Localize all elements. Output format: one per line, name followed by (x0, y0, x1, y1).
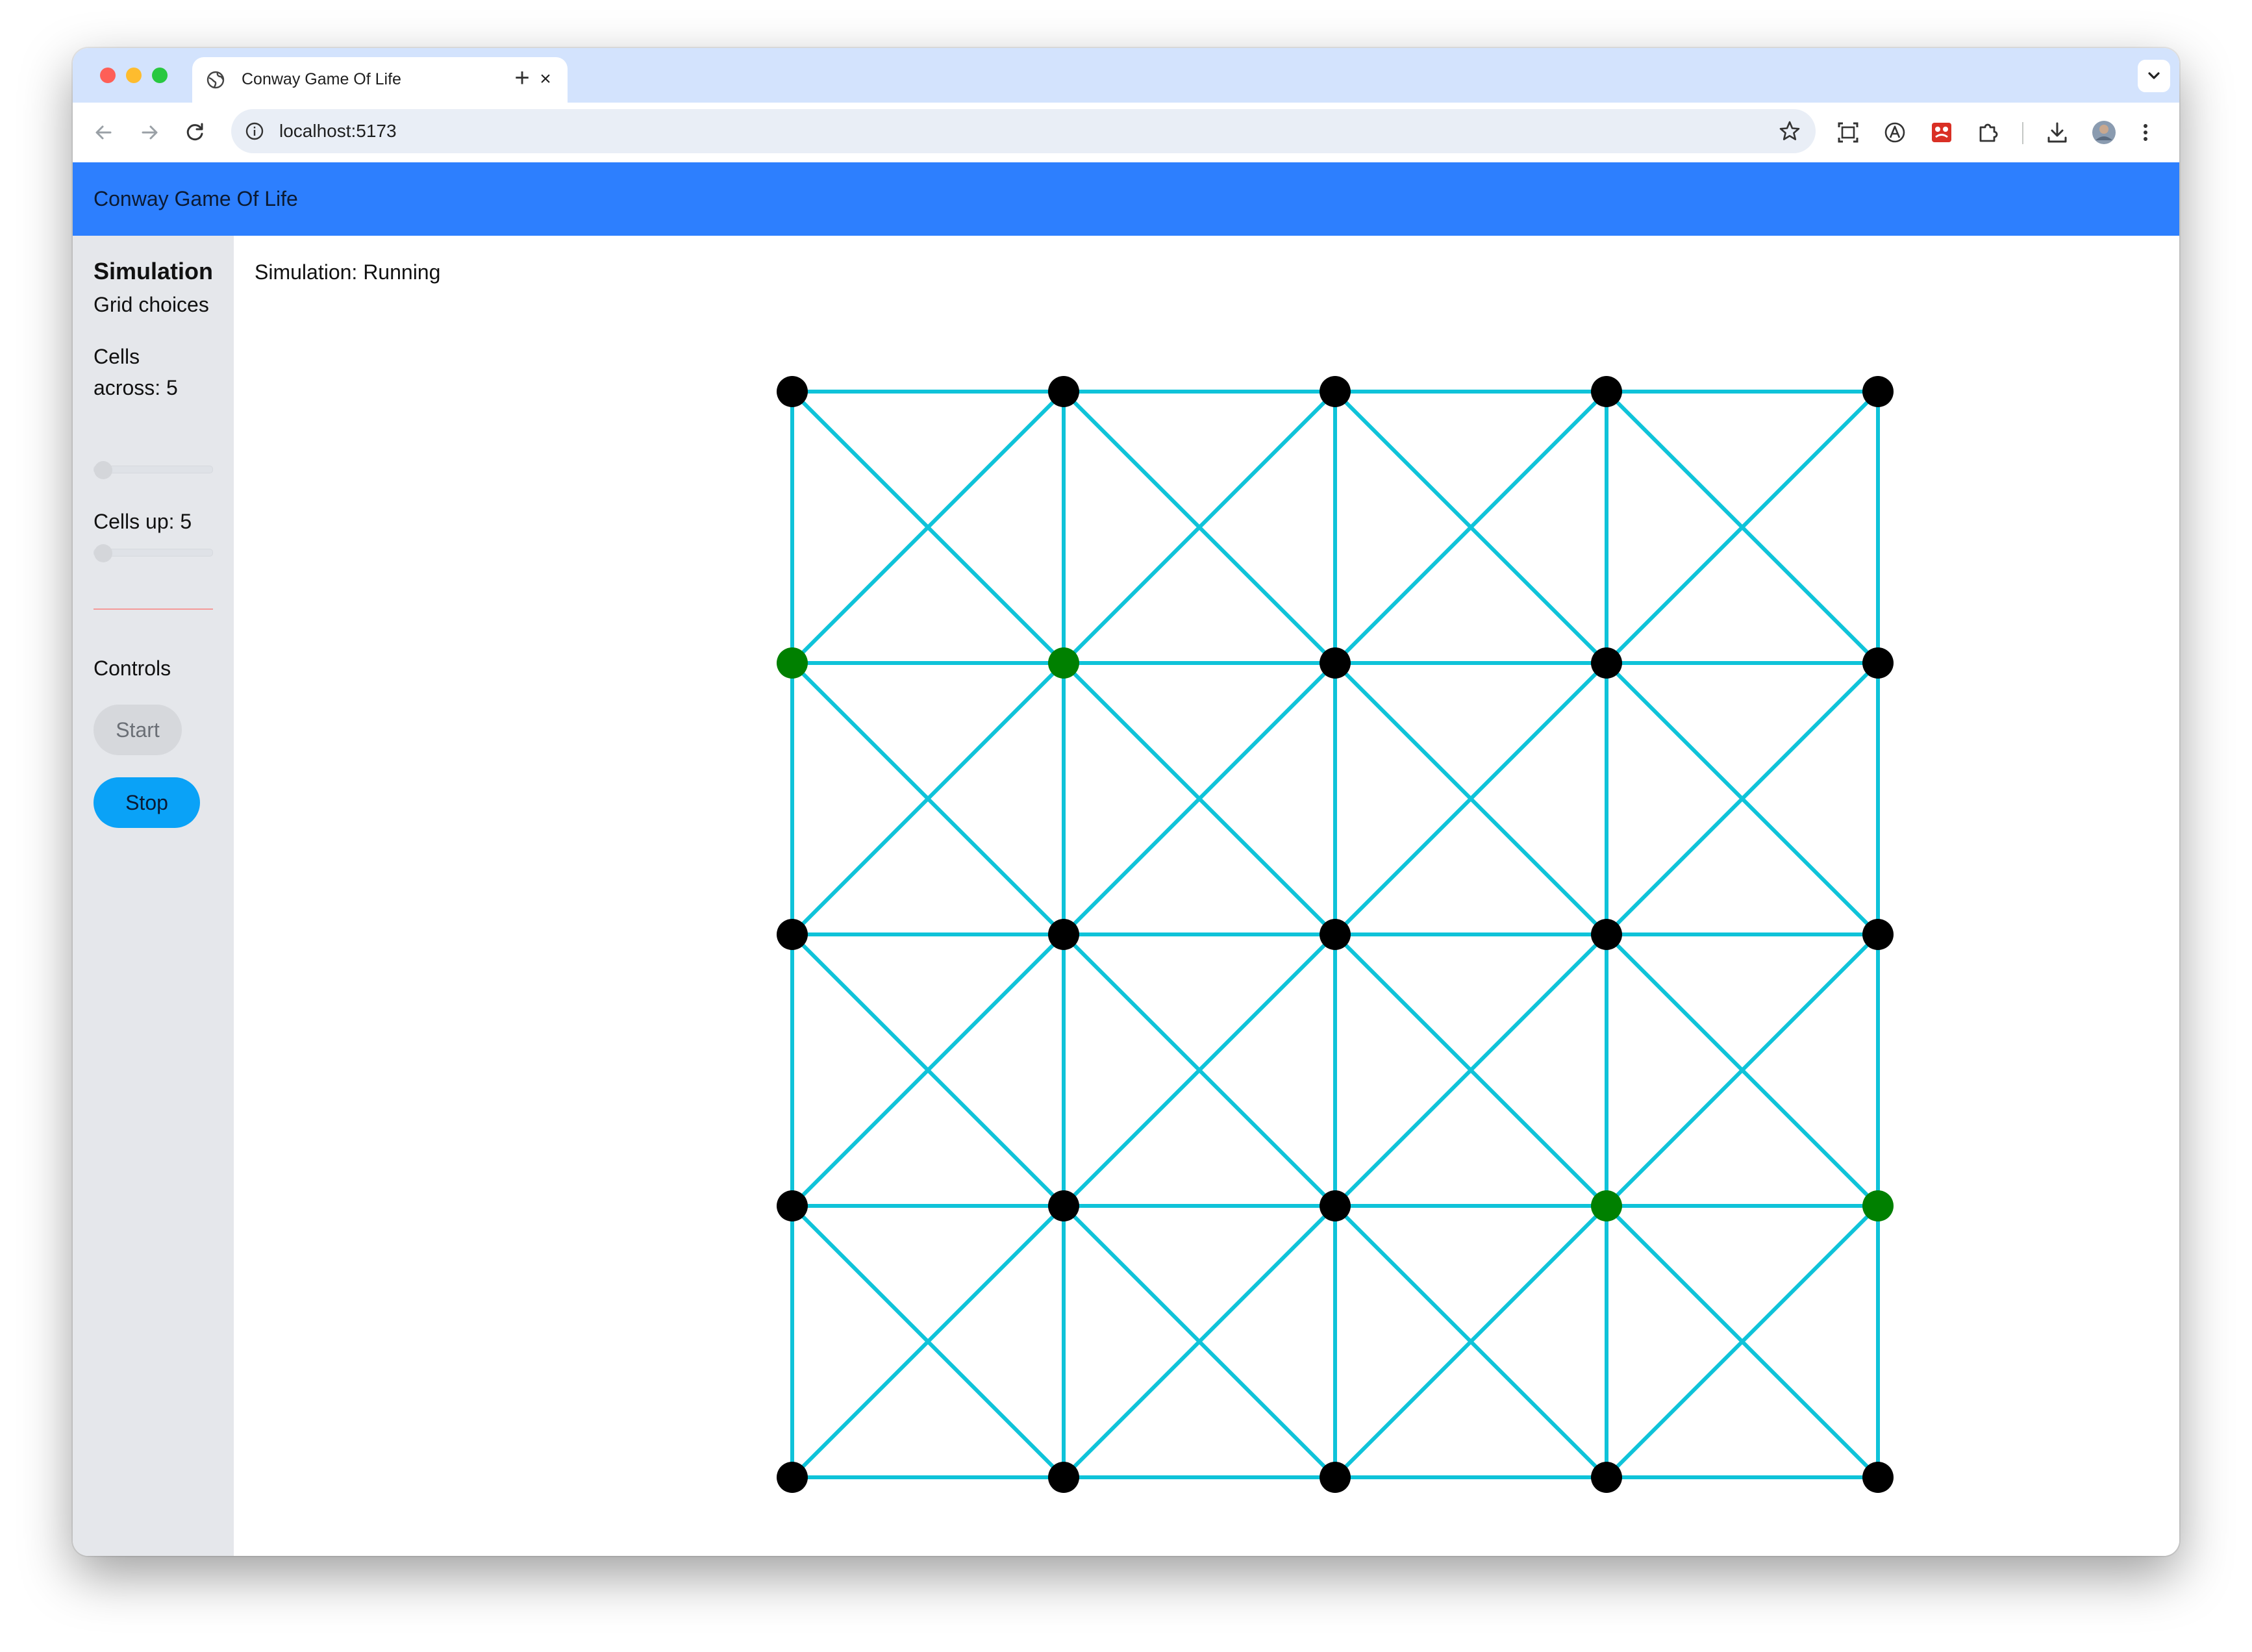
tab-strip: Conway Game Of Life × + (73, 48, 2179, 103)
app-title: Conway Game Of Life (94, 187, 298, 210)
cell-alive[interactable] (1048, 647, 1079, 679)
grid-choices-label: Grid choices (94, 293, 209, 316)
toolbar-separator (2022, 122, 2023, 144)
cell-dead[interactable] (1862, 919, 1894, 950)
bookmark-star-icon[interactable] (1778, 119, 1801, 143)
cells-up-slider[interactable] (94, 544, 213, 562)
url-text[interactable]: localhost:5173 (279, 121, 397, 142)
cell-dead[interactable] (1591, 647, 1622, 679)
cell-dead[interactable] (777, 376, 808, 407)
download-icon[interactable] (2043, 118, 2071, 147)
start-button[interactable]: Start (94, 705, 182, 755)
cell-alive[interactable] (1591, 1190, 1622, 1221)
controls-label: Controls (94, 657, 171, 680)
cell-dead[interactable] (1048, 1190, 1079, 1221)
app-header: Conway Game Of Life (73, 162, 2179, 236)
cell-dead[interactable] (1048, 1462, 1079, 1493)
cell-dead[interactable] (1320, 376, 1351, 407)
cells-up-slider-thumb[interactable] (94, 544, 112, 562)
kebab-menu-icon[interactable] (2131, 118, 2160, 147)
cell-dead[interactable] (777, 919, 808, 950)
cells-across-slider-thumb[interactable] (94, 461, 112, 479)
cell-dead[interactable] (1591, 1462, 1622, 1493)
cell-dead[interactable] (1320, 647, 1351, 679)
cell-alive[interactable] (1862, 1190, 1894, 1221)
main-content: Simulation: Running (234, 236, 2179, 1556)
tab-title: Conway Game Of Life (242, 70, 401, 88)
cell-dead[interactable] (1048, 919, 1079, 950)
cell-dead[interactable] (777, 1462, 808, 1493)
chevron-down-icon (2148, 72, 2160, 79)
extensions-puzzle-icon[interactable] (1974, 118, 2003, 147)
cell-dead[interactable] (1320, 1190, 1351, 1221)
red-extension-icon[interactable] (1927, 118, 1956, 147)
cells-across-label-line2: across: 5 (94, 376, 178, 399)
sidebar-heading: Simulation (94, 258, 214, 284)
cells-across-label-line1: Cells (94, 345, 140, 368)
back-arrow-icon[interactable] (90, 118, 118, 147)
cell-alive[interactable] (777, 647, 808, 679)
maximize-window-button[interactable] (152, 68, 168, 83)
info-icon[interactable] (244, 121, 265, 142)
cell-dead[interactable] (1320, 1462, 1351, 1493)
cell-dead[interactable] (1591, 919, 1622, 950)
cell-dead[interactable] (777, 1190, 808, 1221)
address-bar[interactable]: localhost:5173 (231, 109, 1816, 153)
translate-extension-icon[interactable] (1881, 118, 1909, 147)
browser-toolbar: localhost:5173 (73, 103, 2179, 164)
sidebar-divider (94, 608, 213, 610)
stop-button[interactable]: Stop (94, 777, 200, 828)
profile-avatar-icon[interactable] (2090, 118, 2118, 147)
browser-window: Conway Game Of Life × + localhost:5173 C… (73, 48, 2179, 1556)
close-window-button[interactable] (100, 68, 116, 83)
forward-arrow-icon[interactable] (135, 118, 164, 147)
cell-dead[interactable] (1320, 919, 1351, 950)
cell-dead[interactable] (1591, 376, 1622, 407)
cell-dead[interactable] (1862, 1462, 1894, 1493)
tab-search-button[interactable] (2138, 60, 2170, 92)
cells-across-slider[interactable] (94, 461, 213, 479)
cell-dead[interactable] (1048, 376, 1079, 407)
globe-icon (206, 71, 225, 89)
game-board[interactable] (234, 236, 2179, 1556)
new-tab-button[interactable]: + (507, 64, 538, 95)
minimize-window-button[interactable] (126, 68, 142, 83)
reload-icon[interactable] (181, 118, 209, 147)
cell-dead[interactable] (1862, 376, 1894, 407)
cells-up-label: Cells up: 5 (94, 510, 192, 533)
cell-dead[interactable] (1862, 647, 1894, 679)
sidebar: Simulation Grid choices Cells across: 5 … (73, 236, 234, 1556)
screenshot-icon[interactable] (1834, 118, 1862, 147)
